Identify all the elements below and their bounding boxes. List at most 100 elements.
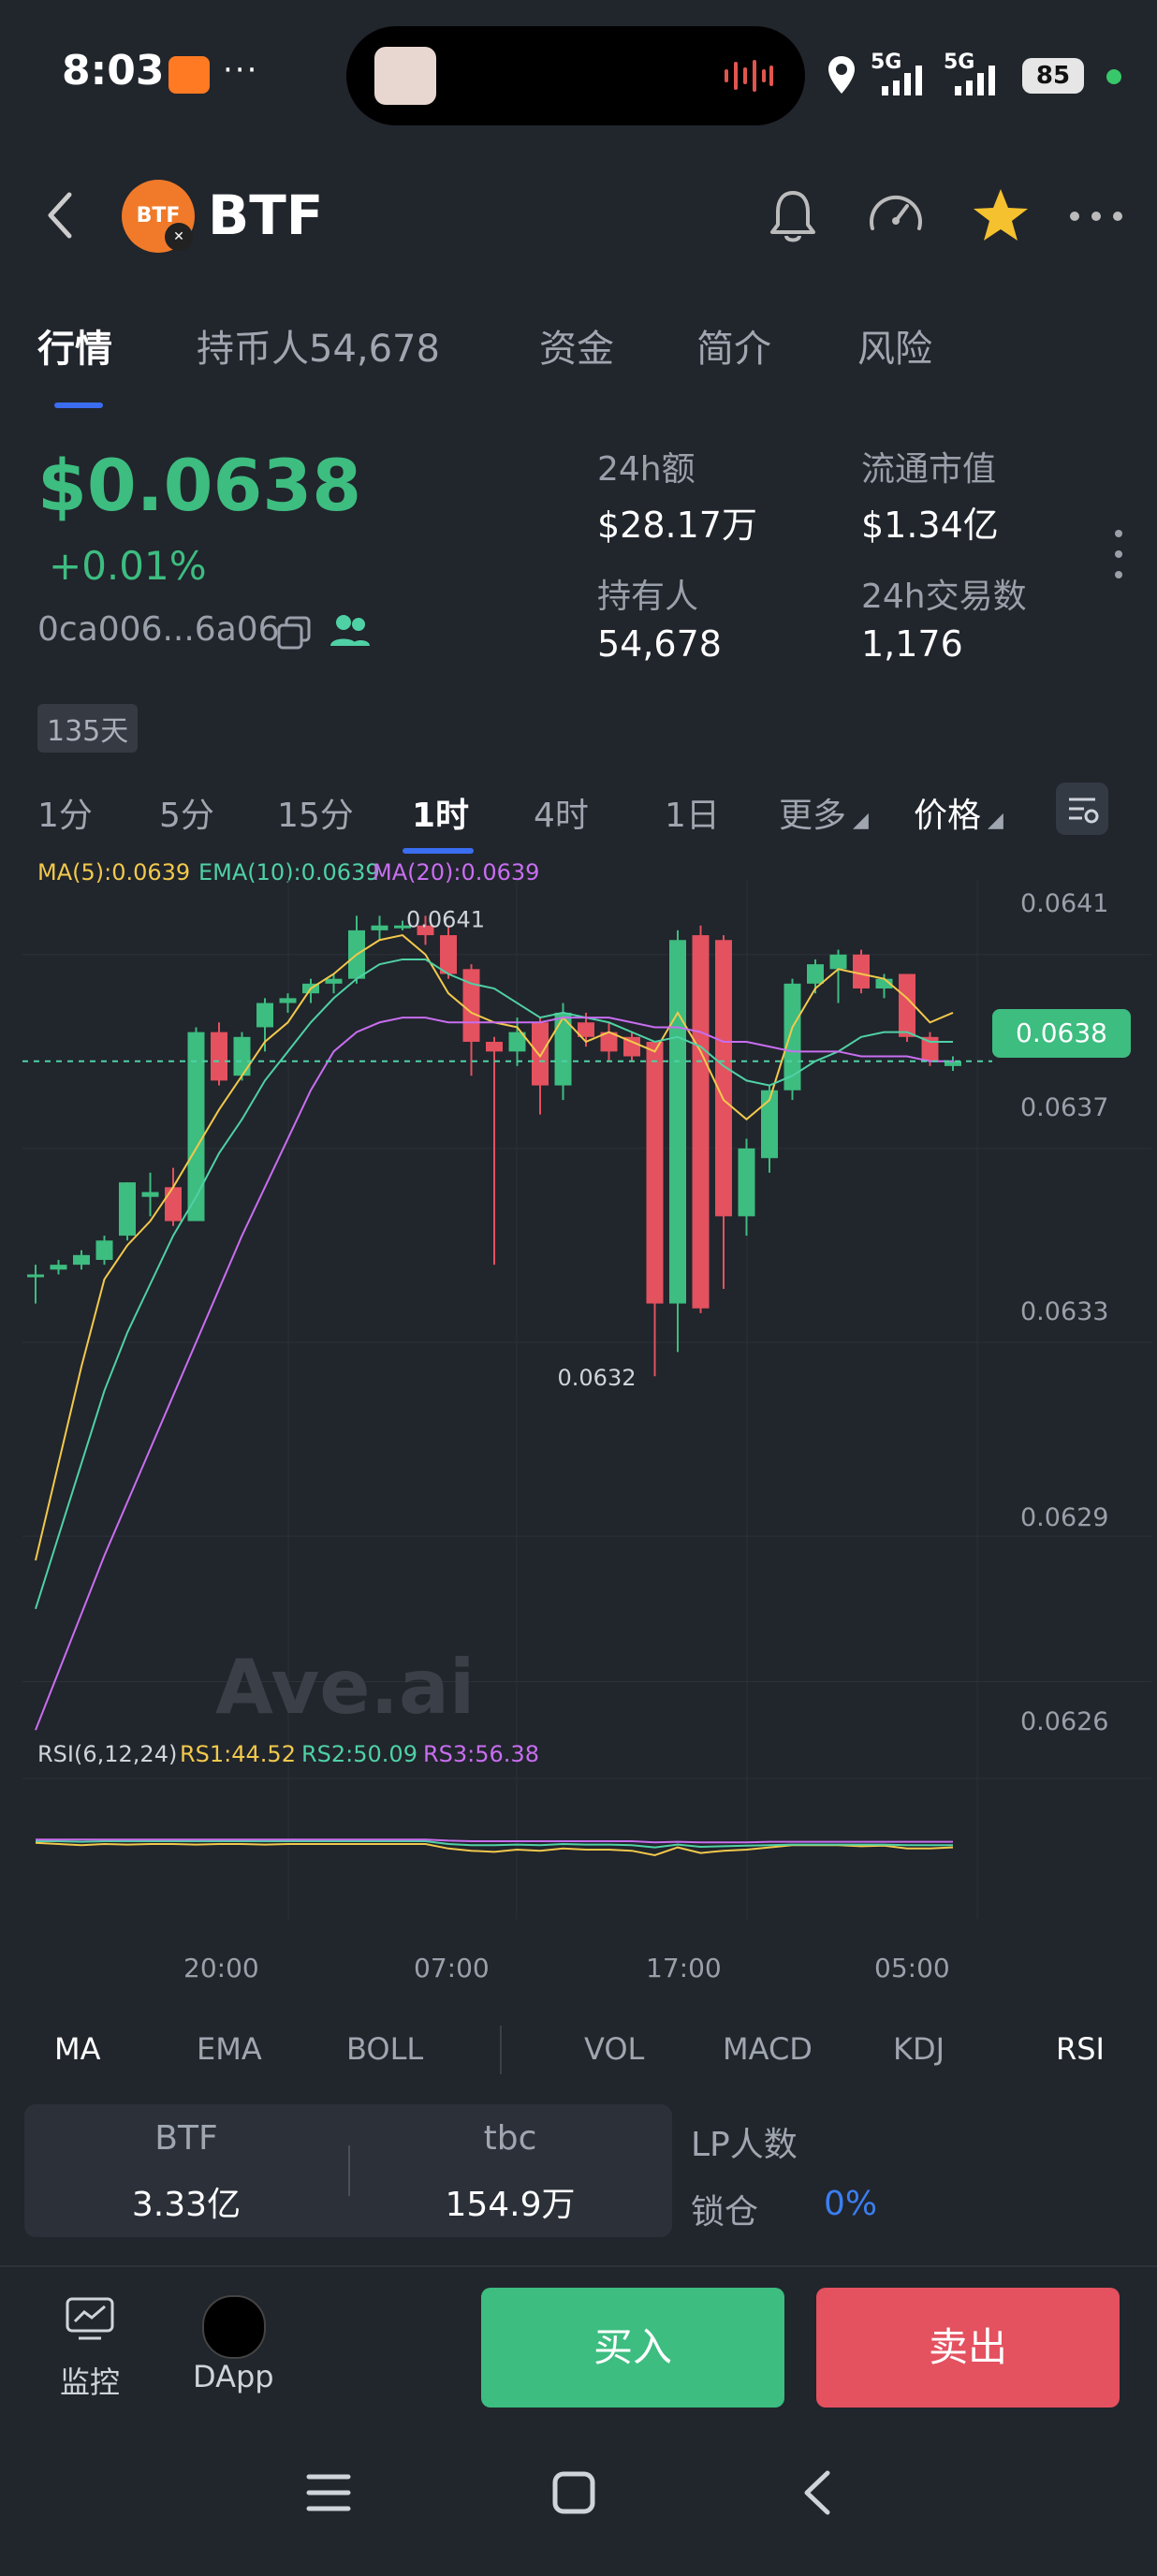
timeframe-4h[interactable]: 4时 — [534, 788, 589, 837]
y-tick-label: 0.0629 — [1020, 1503, 1109, 1532]
contract-address: 0ca006...6a06 — [37, 610, 280, 649]
favorite-star-icon[interactable] — [968, 183, 1033, 249]
chain-badge-icon: ✕ — [165, 223, 193, 251]
more-menu-icon[interactable] — [1063, 183, 1129, 249]
lp-count-label: LP人数 — [691, 2126, 798, 2164]
indicator-boll[interactable]: BOLL — [346, 2031, 423, 2067]
timeframe-1m[interactable]: 1分 — [37, 788, 93, 837]
timeframe-1d[interactable]: 1日 — [665, 788, 720, 837]
back-arrow-icon[interactable] — [43, 187, 81, 243]
recent-apps-icon[interactable] — [305, 2471, 352, 2514]
price-mode-label: 价格 — [914, 797, 982, 835]
candle-body — [50, 1265, 67, 1270]
dapp-icon[interactable] — [202, 2295, 266, 2359]
candle-body — [784, 983, 801, 1090]
more-notifications-icon: ··· — [223, 51, 259, 89]
timeframe-5m[interactable]: 5分 — [159, 788, 214, 837]
indicator-ma[interactable]: MA — [54, 2031, 101, 2067]
charging-dot — [1106, 69, 1121, 84]
current-price-tag: 0.0638 — [992, 1009, 1131, 1058]
vertical-more-icon[interactable] — [1105, 526, 1133, 582]
location-icon — [828, 56, 855, 94]
sell-button[interactable]: 卖出 — [816, 2288, 1120, 2408]
price-change: +0.01% — [49, 543, 207, 589]
rsi-legend-name: RSI(6,12,24) — [37, 1741, 178, 1767]
candle-body — [141, 1192, 159, 1197]
indicator-divider — [500, 2026, 502, 2074]
battery-indicator: 85 — [1022, 58, 1084, 94]
detail-tabs: 行情 持币人54,678 资金 简介 风险 — [0, 318, 1157, 412]
signal-icon-1 — [882, 66, 922, 95]
candle-body — [921, 1036, 939, 1061]
home-icon[interactable] — [550, 2469, 597, 2516]
pool-token-label: BTF — [154, 2119, 218, 2158]
tx24h-label: 24h交易数 — [861, 578, 1027, 616]
tab-intro[interactable]: 简介 — [696, 318, 771, 373]
x-tick-label: 20:00 — [183, 1953, 259, 1983]
indicator-macd[interactable]: MACD — [723, 2031, 813, 2067]
candle-body — [669, 940, 686, 1304]
tab-funds[interactable]: 资金 — [539, 318, 614, 373]
candle-body — [119, 1182, 136, 1237]
token-age-badge: 135天 — [37, 704, 139, 753]
buy-button[interactable]: 买入 — [481, 2288, 784, 2408]
vol24h-label: 24h额 — [597, 450, 696, 489]
more-label: 更多 — [779, 797, 847, 835]
token-symbol: BTF — [208, 183, 324, 247]
tab-risk[interactable]: 风险 — [857, 318, 932, 373]
tab-holders[interactable]: 持币人54,678 — [197, 318, 440, 373]
lock-value: 0% — [824, 2185, 878, 2223]
community-icon[interactable] — [328, 610, 373, 651]
chart-settings-icon[interactable] — [1056, 783, 1108, 835]
indicator-ema[interactable]: EMA — [197, 2031, 262, 2067]
x-tick-label: 07:00 — [414, 1953, 490, 1983]
audio-wave-icon — [725, 60, 773, 92]
tx24h-value: 1,176 — [861, 623, 963, 665]
candle-body — [532, 1022, 549, 1086]
y-tick-label: 0.0633 — [1020, 1297, 1109, 1326]
rsi-legend-rs2: RS2:50.09 — [301, 1741, 417, 1767]
dapp-label[interactable]: DApp — [193, 2359, 274, 2394]
bell-icon[interactable] — [760, 183, 826, 249]
candle-body — [692, 935, 710, 1309]
x-tick-label: 17:00 — [646, 1953, 722, 1983]
dropdown-triangle-icon: ◢ — [981, 809, 1003, 832]
candle-body — [440, 935, 457, 974]
candle-body — [646, 1041, 664, 1304]
vol24h-value: $28.17万 — [597, 505, 757, 546]
tab-market[interactable]: 行情 — [37, 318, 112, 373]
holders-label: 持有人 — [597, 578, 699, 616]
lock-label: 锁仓 — [691, 2193, 759, 2232]
indicator-vol[interactable]: VOL — [584, 2031, 644, 2067]
candle-body — [486, 1041, 503, 1052]
candle-body — [807, 964, 824, 984]
low-price-label: 0.0632 — [558, 1365, 637, 1391]
watermark-text: Ave.ai — [215, 1644, 475, 1731]
price-chart[interactable]: Ave.ai 0.0641 0.0632 — [0, 880, 1157, 1928]
candle-body — [853, 954, 870, 989]
system-back-icon[interactable] — [799, 2467, 837, 2518]
timeframe-1h[interactable]: 1时 — [412, 788, 469, 837]
gauge-icon[interactable] — [863, 183, 929, 249]
current-price: $0.0638 — [37, 444, 362, 527]
monitor-label[interactable]: 监控 — [60, 2359, 120, 2402]
indicator-kdj[interactable]: KDJ — [893, 2031, 945, 2067]
candle-body — [371, 925, 388, 930]
timeframe-more[interactable]: 更多 ◢ — [779, 788, 869, 837]
indicator-rsi[interactable]: RSI — [1056, 2031, 1105, 2067]
candle-body — [233, 1036, 251, 1076]
price-mode-select[interactable]: 价格 ◢ — [914, 788, 1003, 837]
dropdown-triangle-icon: ◢ — [846, 809, 869, 832]
mcap-label: 流通市值 — [861, 450, 997, 489]
candle-body — [279, 998, 297, 1003]
candle-body — [715, 940, 732, 1217]
copy-icon[interactable] — [275, 614, 313, 651]
candle-body — [73, 1254, 90, 1266]
timeframe-15m[interactable]: 15分 — [277, 788, 354, 837]
candle-body — [95, 1240, 113, 1260]
candle-body — [165, 1187, 182, 1222]
active-tab-indicator — [54, 402, 103, 408]
monitor-icon[interactable] — [64, 2295, 116, 2342]
rsi-legend-rs3: RS3:56.38 — [423, 1741, 539, 1767]
candle-body — [829, 954, 847, 970]
